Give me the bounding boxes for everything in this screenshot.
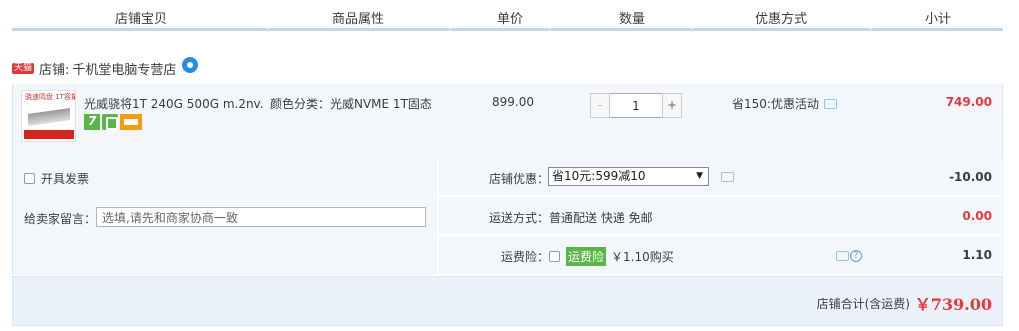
decrease-quantity-button[interactable]: - (590, 93, 610, 118)
credit-card-icon[interactable] (120, 114, 142, 130)
order-options: 开具发票 给卖家留言： 店铺优惠： 省10元:599减10 ▼ -10.00 运… (12, 158, 1004, 275)
seven-day-return-icon[interactable] (84, 114, 100, 130)
insurance-icons: ? (831, 250, 862, 262)
shipping-cost: 0.00 (962, 209, 992, 223)
shop-name-link[interactable]: 千机堂电脑专营店 (72, 59, 176, 78)
insurance-tag: 运费险 (566, 247, 607, 266)
shipping-label: 运送方式： (489, 211, 550, 225)
col-shop-items: 店铺宝贝 (115, 12, 168, 27)
unit-price: 899.00 (492, 95, 534, 109)
header-separator (870, 27, 871, 30)
increase-quantity-button[interactable]: + (662, 93, 682, 118)
product-attribute: 颜色分类：光威NVME 1T固态 (270, 97, 432, 111)
wangwang-chat-icon[interactable] (182, 57, 199, 73)
insurance-label: 运费险： (501, 250, 550, 264)
col-subtotal: 小计 (925, 12, 952, 27)
col-promotion: 优惠方式 (755, 12, 808, 27)
shipping-insurance-row: 运费险： 运费险 ￥1.10购买 ? 1.10 (439, 236, 1004, 274)
insurance-comment-icon[interactable] (836, 251, 849, 261)
quantity-stepper: - + (590, 93, 682, 118)
order-summary-rows: 店铺优惠： 省10元:599减10 ▼ -10.00 运送方式： 普通配送 快递… (439, 158, 1004, 275)
invoice-label: 开具发票 (41, 172, 90, 186)
guarantee-icon[interactable] (102, 114, 118, 130)
header-separator (691, 27, 692, 30)
shop-discount-selected: 省10元:599减10 (552, 169, 646, 183)
thumbnail-text: 骁速鸣盘 1T容量 (25, 93, 76, 101)
invoice-checkbox[interactable] (24, 173, 35, 184)
promotion-comment-icon[interactable] (823, 98, 837, 109)
discount-comment-icon[interactable] (721, 172, 734, 182)
product-thumbnail[interactable]: 骁速鸣盘 1T容量 (21, 90, 76, 142)
shop-total-row: 店铺合计(含运费) ￥739.00 (12, 276, 1003, 326)
col-attributes: 商品属性 (332, 12, 385, 27)
message-to-seller-input[interactable] (96, 207, 426, 227)
shop-discount-select[interactable]: 省10元:599减10 ▼ (548, 167, 709, 186)
shop-discount-label: 店铺优惠： (489, 172, 550, 186)
product-title-link[interactable]: 光威骁将1T 240G 500G m.2nv... (84, 95, 264, 112)
shop-label: 店铺: (39, 62, 70, 78)
help-question-icon[interactable]: ? (850, 250, 862, 262)
shop-discount-value: -10.00 (949, 170, 992, 184)
col-quantity: 数量 (619, 12, 646, 27)
insurance-value: 1.10 (962, 248, 992, 262)
thumbnail-banner (24, 130, 74, 139)
shipping-method: 普通配送 快递 免邮 (549, 211, 653, 225)
item-subtotal: 749.00 (945, 95, 992, 109)
header-separator (450, 27, 451, 30)
insurance-option[interactable]: 运费险 ￥1.10购买 (549, 247, 674, 266)
insurance-checkbox[interactable] (549, 251, 560, 262)
insurance-price: ￥1.10购买 (611, 250, 674, 264)
shop-header: 天猫 店铺: 千机堂电脑专营店 (12, 57, 199, 78)
shop-total-value: ￥739.00 (914, 295, 992, 314)
cart-item-row: 骁速鸣盘 1T容量 光威骁将1T 240G 500G m.2nv... 颜色分类… (12, 84, 1003, 158)
invoice-option[interactable]: 开具发票 (24, 170, 89, 187)
header-separator (268, 27, 269, 30)
quantity-input[interactable] (610, 93, 662, 118)
buyer-options-panel: 开具发票 给卖家留言： (13, 158, 438, 275)
dropdown-arrow-icon: ▼ (696, 171, 703, 181)
col-unit-price: 单价 (497, 12, 524, 27)
column-header: 店铺宝贝 商品属性 单价 数量 优惠方式 小计 (12, 0, 1003, 31)
ssd-image (28, 108, 70, 126)
promotion-text: 省150:优惠活动 (732, 97, 819, 111)
promotion: 省150:优惠活动 (732, 95, 837, 112)
shipping-row: 运送方式： 普通配送 快递 免邮 0.00 (439, 197, 1004, 235)
shop-total-label: 店铺合计(含运费) (816, 297, 910, 311)
tmall-badge: 天猫 (12, 62, 35, 74)
service-icons (84, 114, 142, 130)
shop-discount-row: 店铺优惠： 省10元:599减10 ▼ -10.00 (439, 158, 1004, 196)
header-separator (549, 27, 550, 30)
message-label: 给卖家留言： (24, 212, 97, 226)
